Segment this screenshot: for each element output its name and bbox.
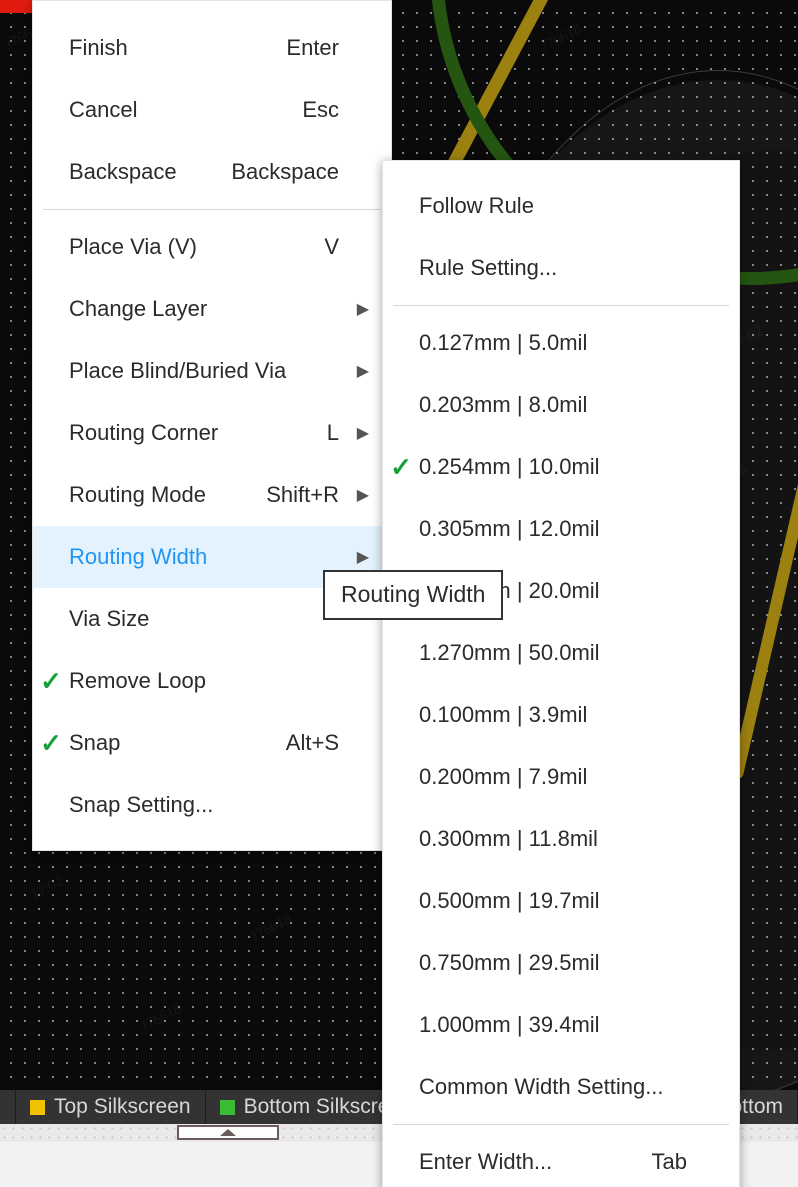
context-menu-item-snap-setting[interactable]: ✓Snap Setting...▶: [33, 774, 391, 836]
menu-item-label: 0.127mm | 5.0mil: [419, 330, 588, 355]
routing-width-item-0-100mm-3-9mil[interactable]: ✓0.100mm | 3.9mil▶: [383, 684, 739, 746]
menu-item-label: 0.254mm | 10.0mil: [419, 454, 600, 479]
menu-item-label: 0.500mm | 19.7mil: [419, 888, 600, 913]
menu-item-label: Rule Setting...: [419, 255, 558, 280]
routing-width-item-1-270mm-50-0mil[interactable]: ✓1.270mm | 50.0mil▶: [383, 622, 739, 684]
menu-item-label: Common Width Setting...: [419, 1074, 664, 1099]
menu-item-label: Place Blind/Buried Via: [69, 358, 287, 383]
menu-item-label: Follow Rule: [419, 193, 534, 218]
menu-item-shortcut: Tab: [651, 1149, 687, 1174]
menu-item-label: 0.300mm | 11.8mil: [419, 826, 598, 851]
menu-item-label: 0.750mm | 29.5mil: [419, 950, 600, 975]
menu-item-label: Routing Width: [69, 544, 208, 569]
routing-width-item-0-300mm-11-8mil[interactable]: ✓0.300mm | 11.8mil▶: [383, 808, 739, 870]
layer-tab-top-silkscreen[interactable]: Top Silkscreen: [16, 1090, 206, 1124]
routing-width-submenu[interactable]: ✓Follow Rule▶✓Rule Setting...▶✓0.127mm |…: [382, 160, 740, 1187]
menu-separator: [43, 209, 381, 210]
pcb-editor-window: J76618 2023-11-04 17:02 J76618 2023-11-0…: [0, 0, 798, 1187]
routing-context-menu[interactable]: ✓FinishEnter▶✓CancelEsc▶✓BackspaceBacksp…: [32, 0, 392, 851]
menu-item-label: Enter Width...: [419, 1149, 553, 1174]
menu-item-shortcut: Enter: [286, 35, 339, 60]
checkmark-icon: ✓: [390, 452, 412, 482]
tooltip-label: Routing Width: [341, 581, 486, 607]
context-menu-item-change-layer[interactable]: ✓Change Layer▶: [33, 278, 391, 340]
layer-tab-label: Top Silkscreen: [54, 1095, 191, 1118]
chevron-right-icon: ▶: [356, 301, 369, 318]
menu-item-shortcut: V: [324, 234, 339, 259]
scrollbar-grip-icon: [220, 1129, 236, 1136]
context-menu-item-cancel[interactable]: ✓CancelEsc▶: [33, 79, 391, 141]
routing-width-item-0-200mm-7-9mil[interactable]: ✓0.200mm | 7.9mil▶: [383, 746, 739, 808]
layer-bar-spacer: [0, 1090, 16, 1124]
routing-width-item-0-203mm-8-0mil[interactable]: ✓0.203mm | 8.0mil▶: [383, 374, 739, 436]
routing-width-item-0-500mm-19-7mil[interactable]: ✓0.500mm | 19.7mil▶: [383, 870, 739, 932]
menu-item-label: Remove Loop: [69, 668, 206, 693]
context-menu-item-place-via-v[interactable]: ✓Place Via (V)V▶: [33, 216, 391, 278]
menu-item-label: Snap Setting...: [69, 792, 214, 817]
menu-separator: [393, 1124, 729, 1125]
menu-item-label: Place Via (V): [69, 234, 197, 259]
menu-item-label: Snap: [69, 730, 121, 755]
menu-item-shortcut: Shift+R: [266, 482, 339, 507]
routing-width-tooltip: Routing Width: [323, 570, 504, 620]
menu-item-shortcut: Alt+S: [285, 730, 339, 755]
menu-item-label: 0.100mm | 3.9mil: [419, 702, 588, 727]
chevron-right-icon: ▶: [356, 363, 369, 380]
menu-item-label: 1.000mm | 39.4mil: [419, 1012, 600, 1037]
routing-width-item-0-305mm-12-0mil[interactable]: ✓0.305mm | 12.0mil▶: [383, 498, 739, 560]
menu-item-label: Via Size: [69, 606, 150, 631]
chevron-right-icon: ▶: [356, 425, 369, 442]
menu-item-label: Cancel: [69, 97, 138, 122]
checkmark-icon: ✓: [40, 728, 62, 758]
context-menu-item-routing-corner[interactable]: ✓Routing CornerL▶: [33, 402, 391, 464]
menu-item-label: 0.305mm | 12.0mil: [419, 516, 600, 541]
menu-item-label: 0.200mm | 7.9mil: [419, 764, 588, 789]
selection-marker: [0, 0, 32, 13]
menu-separator: [393, 305, 729, 306]
routing-width-item-0-254mm-10-0mil[interactable]: ✓0.254mm | 10.0mil▶: [383, 436, 739, 498]
routing-width-item-common-width-setting[interactable]: ✓Common Width Setting...▶: [383, 1056, 739, 1118]
menu-item-shortcut: Esc: [302, 97, 339, 122]
context-menu-item-backspace[interactable]: ✓BackspaceBackspace▶: [33, 141, 391, 203]
layer-color-swatch-icon: [219, 1099, 235, 1115]
context-menu-item-place-blind-buried-via[interactable]: ✓Place Blind/Buried Via▶: [33, 340, 391, 402]
routing-width-item-rule-setting[interactable]: ✓Rule Setting...▶: [383, 237, 739, 299]
context-menu-item-routing-mode[interactable]: ✓Routing ModeShift+R▶: [33, 464, 391, 526]
routing-width-item-enter-width[interactable]: ✓Enter Width...Tab▶: [383, 1131, 739, 1187]
checkmark-icon: ✓: [40, 666, 62, 696]
menu-item-label: 1.270mm | 50.0mil: [419, 640, 600, 665]
routing-width-item-0-127mm-5-0mil[interactable]: ✓0.127mm | 5.0mil▶: [383, 312, 739, 374]
menu-item-label: Routing Corner: [69, 420, 219, 445]
context-menu-item-snap[interactable]: ✓SnapAlt+S▶: [33, 712, 391, 774]
menu-item-label: Routing Mode: [69, 482, 206, 507]
menu-item-shortcut: Backspace: [231, 159, 339, 184]
horizontal-scrollbar-thumb[interactable]: [177, 1125, 279, 1140]
menu-item-label: 0.203mm | 8.0mil: [419, 392, 588, 417]
chevron-right-icon: ▶: [356, 487, 369, 504]
context-menu-item-finish[interactable]: ✓FinishEnter▶: [33, 17, 391, 79]
menu-item-shortcut: L: [326, 420, 339, 445]
menu-item-label: Finish: [69, 35, 128, 60]
menu-item-label: Backspace: [69, 159, 177, 184]
menu-item-label: Change Layer: [69, 296, 208, 321]
context-menu-item-remove-loop[interactable]: ✓Remove Loop▶: [33, 650, 391, 712]
chevron-right-icon: ▶: [356, 549, 369, 566]
routing-width-item-0-750mm-29-5mil[interactable]: ✓0.750mm | 29.5mil▶: [383, 932, 739, 994]
routing-width-item-1-000mm-39-4mil[interactable]: ✓1.000mm | 39.4mil▶: [383, 994, 739, 1056]
layer-color-swatch-icon: [30, 1099, 45, 1115]
routing-width-item-follow-rule[interactable]: ✓Follow Rule▶: [383, 175, 739, 237]
